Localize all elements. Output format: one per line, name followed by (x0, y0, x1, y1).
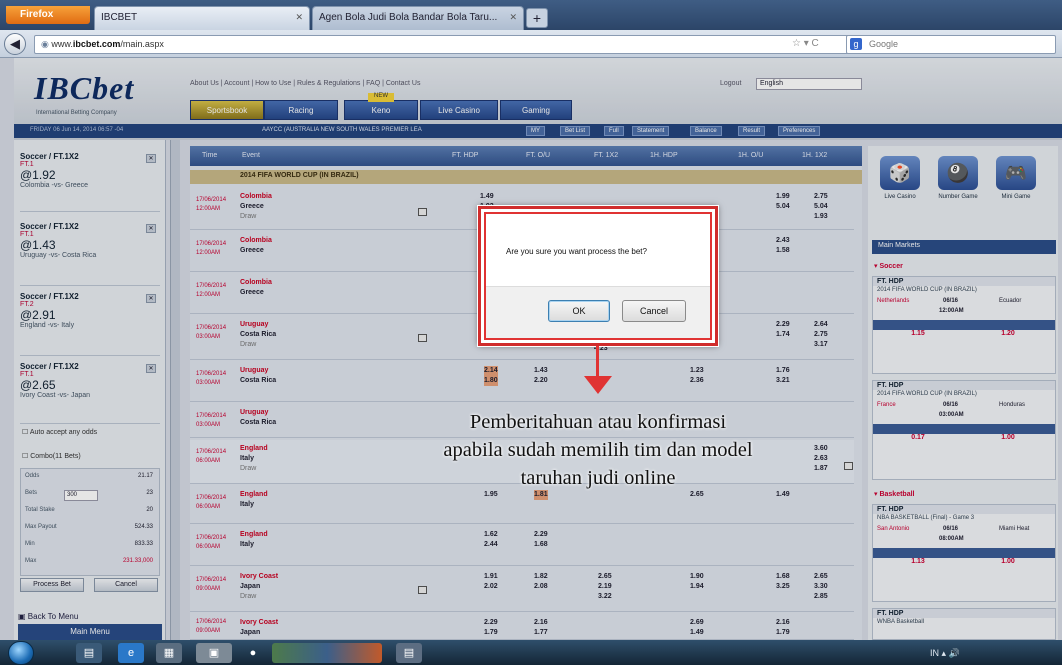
globe-icon: ◉ (41, 39, 52, 49)
annotation-line: taruhan judi online (520, 467, 676, 489)
url-domain: ibcbet.com (72, 39, 121, 49)
annotation-line: apabila sudah memilih tim dan model (443, 439, 753, 461)
tab-agen-bola[interactable]: Agen Bola Judi Bola Bandar Bola Taru... … (312, 6, 524, 30)
modal-overlay (0, 58, 1062, 640)
back-arrow-icon[interactable]: ◀ (4, 33, 26, 55)
url-bar[interactable]: ◉ www.ibcbet.com/main.aspx (34, 35, 890, 54)
firefox-menu-button[interactable]: Firefox (6, 6, 90, 24)
tab-ibcbet[interactable]: IBCBET ✕ (94, 6, 310, 30)
app-icon[interactable]: ▣ (196, 643, 232, 663)
url-prefix: www. (51, 39, 73, 49)
annotation-line: Pemberitahuan atau konfirmasi (469, 411, 727, 433)
dialog-message: Are you sure you want process the bet? (506, 247, 647, 256)
search-input[interactable]: Google (846, 35, 1056, 54)
down-arrow-icon (584, 376, 612, 394)
ok-button[interactable]: OK (548, 300, 610, 322)
start-button-icon[interactable] (8, 641, 34, 665)
tab-label: IBCBET (101, 12, 138, 23)
reload-icon[interactable]: ☆ ▾ C (792, 38, 819, 49)
url-path: /main.aspx (120, 39, 164, 49)
ie-icon[interactable]: e (118, 643, 144, 663)
close-tab-icon[interactable]: ✕ (509, 12, 517, 23)
new-tab-button[interactable]: + (526, 8, 548, 28)
system-tray[interactable]: IN ▴ 🔊 (930, 648, 960, 659)
folder-icon[interactable]: ▦ (156, 643, 182, 663)
cancel-button[interactable]: Cancel (622, 300, 686, 322)
explorer-icon[interactable]: ▤ (76, 643, 102, 663)
firefox-taskbar-icon[interactable] (272, 643, 382, 663)
close-tab-icon[interactable]: ✕ (295, 12, 303, 23)
tab-label: Agen Bola Judi Bola Bandar Bola Taru... (319, 12, 498, 23)
annotation-text: Pemberitahuan atau konfirmasi apabila su… (380, 408, 816, 492)
window-icon[interactable]: ▤ (396, 643, 422, 663)
chrome-icon[interactable]: ● (240, 643, 266, 663)
google-icon[interactable]: g (850, 38, 862, 50)
